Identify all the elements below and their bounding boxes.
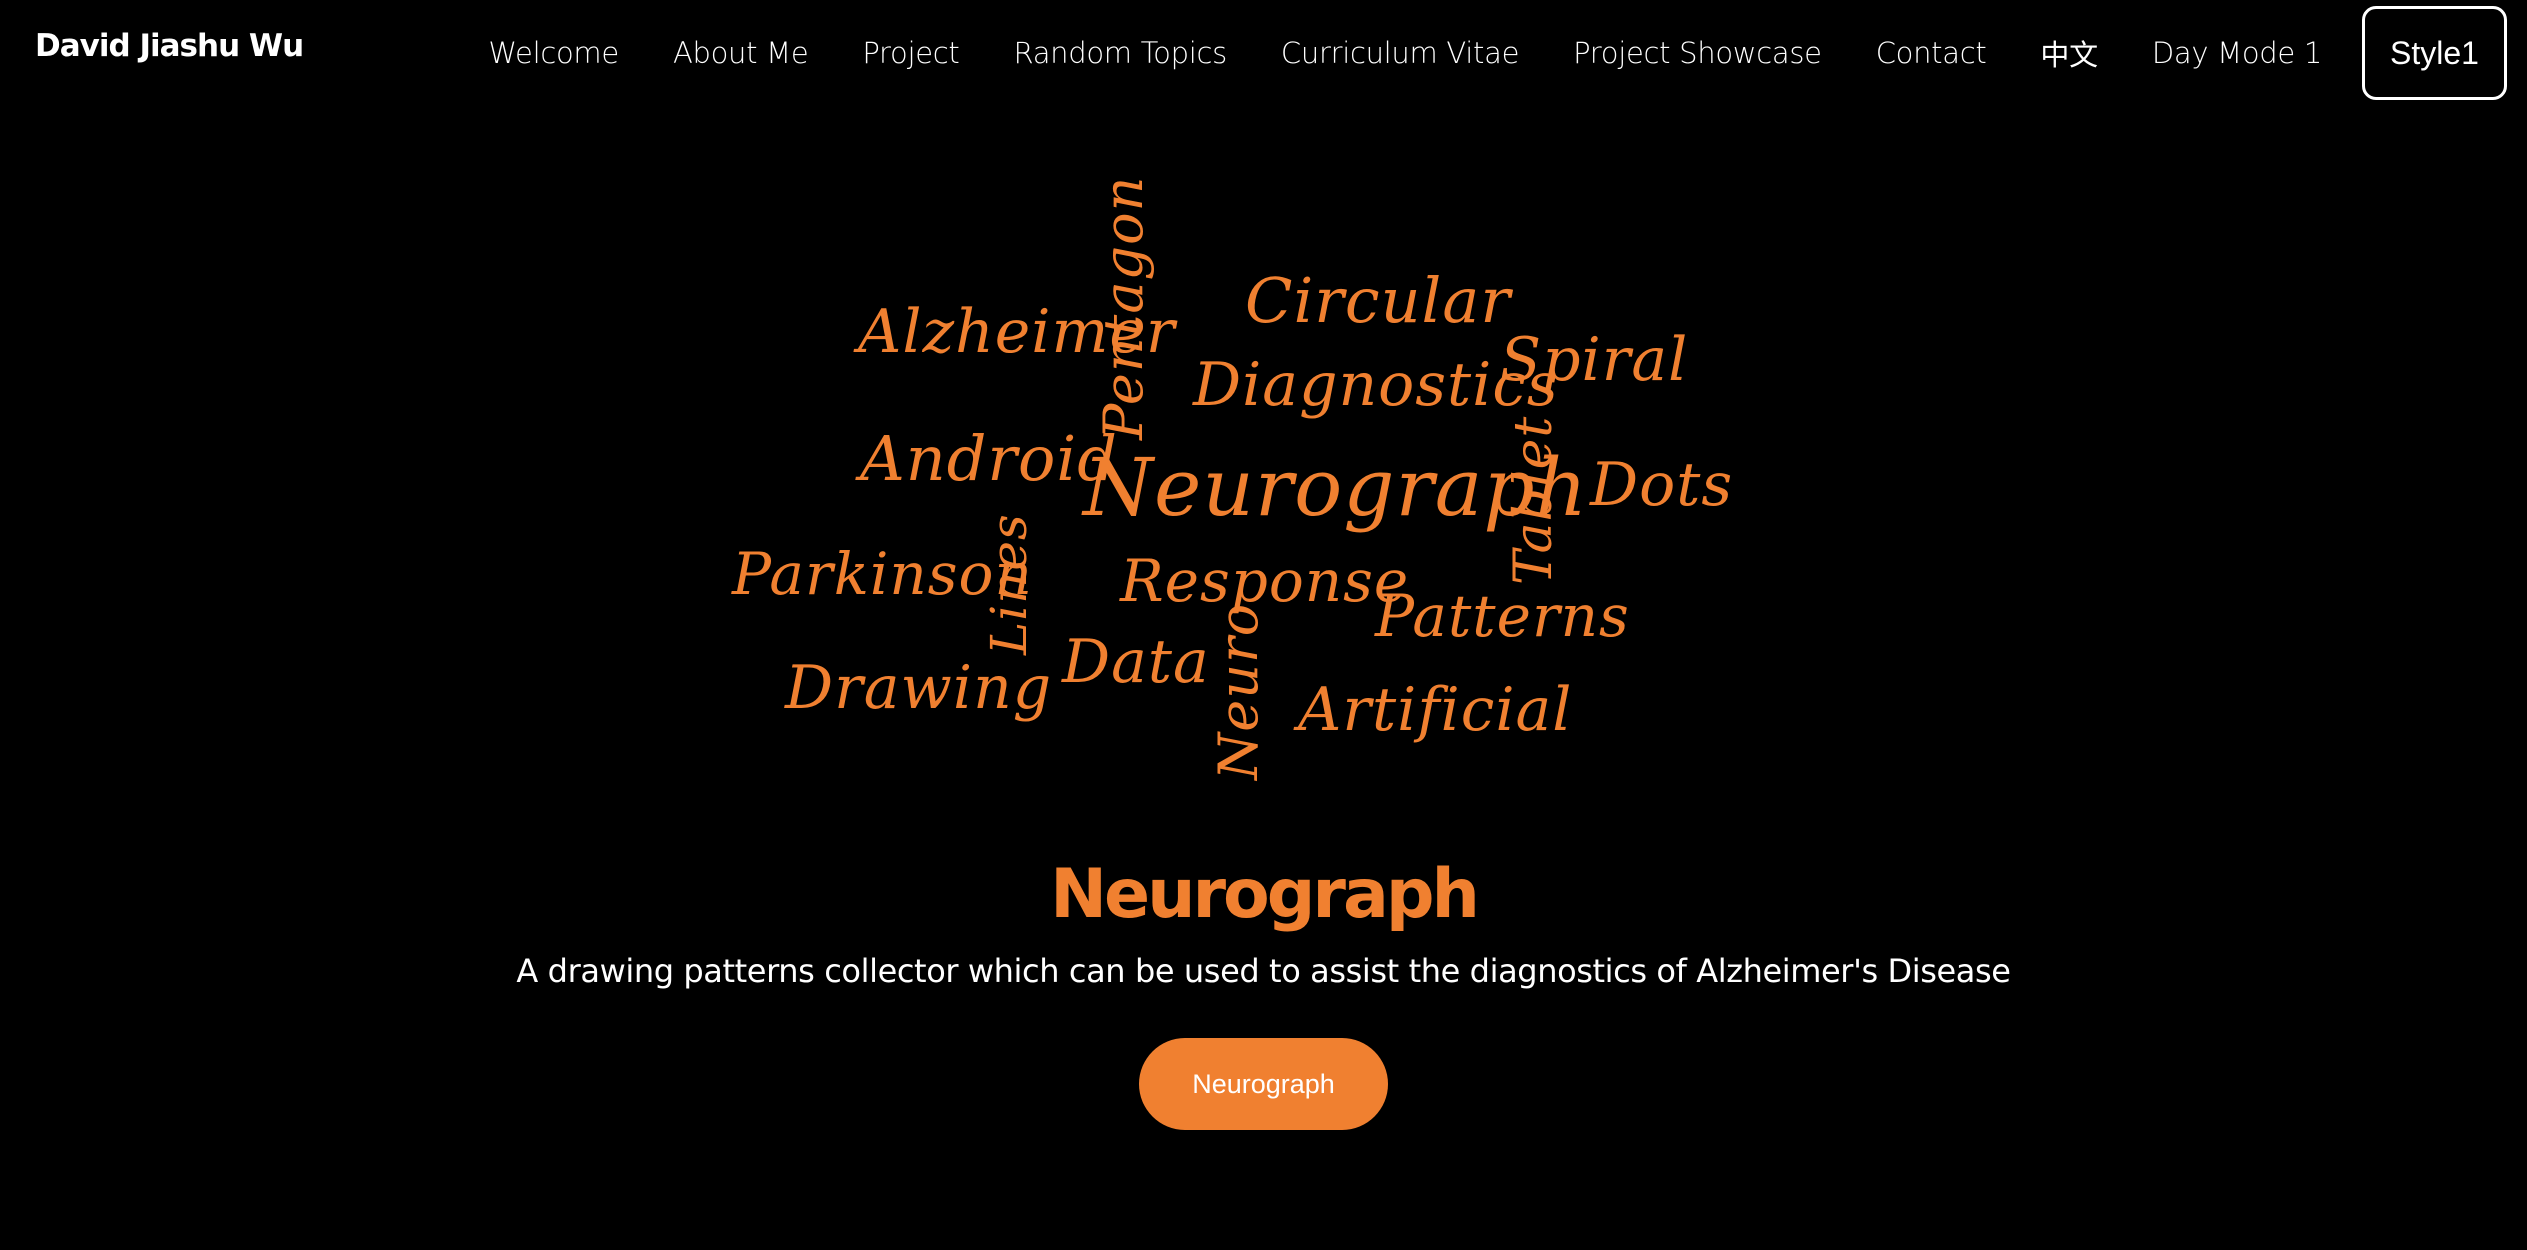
word-android: Android: [860, 422, 1118, 495]
word-circular: Circular: [1245, 264, 1511, 337]
word-dots: Dots: [1590, 450, 1734, 520]
word-alzheimer: Alzheimer: [858, 297, 1176, 367]
word-drawing: Drawing: [785, 653, 1053, 723]
neurograph-button[interactable]: Neurograph: [1139, 1038, 1388, 1130]
word-spiral: Spiral: [1500, 325, 1689, 395]
word-lines: Lines: [980, 513, 1038, 655]
word-tablet: Tablet: [1504, 415, 1564, 585]
word-artificial: Artificial: [1298, 675, 1573, 745]
page: David Jiashu Wu Welcome About Me Project…: [0, 0, 2527, 1250]
hero-subtitle: A drawing patterns collector which can b…: [516, 952, 2011, 990]
hero-title: Neurograph: [1050, 855, 1480, 934]
word-data: Data: [1062, 627, 1210, 697]
word-cloud: Circular Pentagon Alzheimer Diagnostics …: [0, 0, 2527, 820]
word-response: Response: [1120, 547, 1410, 615]
word-neuro: Neuro: [1207, 602, 1270, 780]
word-patterns: Patterns: [1375, 582, 1630, 650]
